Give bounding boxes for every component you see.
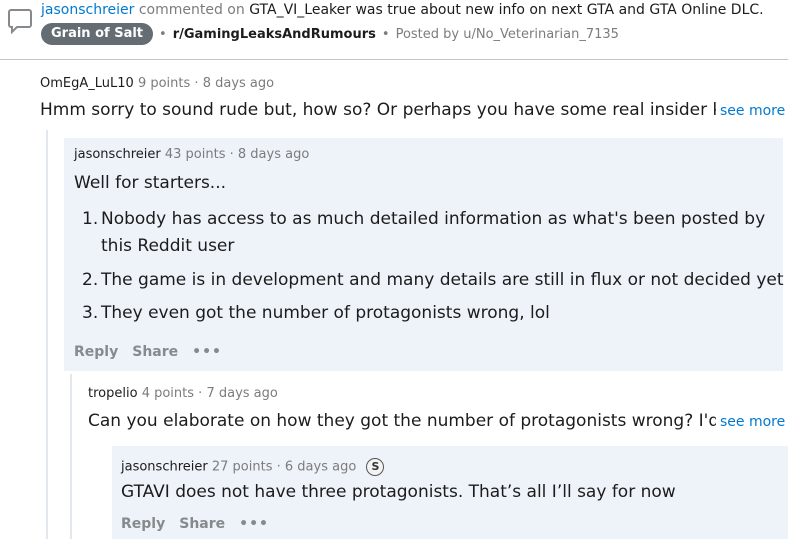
see-more-link[interactable]: see more <box>716 103 786 119</box>
comment-author[interactable]: jasonschreier <box>121 460 208 475</box>
comment-timestamp[interactable]: 8 days ago <box>238 147 309 162</box>
comment-author[interactable]: OmEgA_LuL10 <box>40 76 134 91</box>
header-action-text: commented on <box>138 2 245 18</box>
comment-body: Well for starters... <box>74 173 227 193</box>
comment-meta: tropelio 4 points · 7 days ago <box>88 386 278 401</box>
bullet-separator: • <box>381 26 390 42</box>
post-meta: Grain of Salt • r/GamingLeaksAndRumours … <box>41 23 619 45</box>
comment-timestamp[interactable]: 6 days ago <box>285 460 356 475</box>
header-divider <box>0 59 788 60</box>
list-item: Nobody has access to as much detailed in… <box>101 209 766 229</box>
post-title-link[interactable]: GTA_VI_Leaker was true about new info on… <box>249 2 763 18</box>
comment-body: GTAVI does not have three protagonists. … <box>121 482 676 502</box>
more-options-icon[interactable]: ••• <box>239 516 269 532</box>
share-button[interactable]: Share <box>179 516 225 532</box>
comment-author[interactable]: jasonschreier <box>74 147 161 162</box>
comment-meta: jasonschreier 27 points · 6 days ago S <box>121 458 385 476</box>
comment-bubble-icon <box>8 9 32 34</box>
comment-meta: OmEgA_LuL10 9 points · 8 days ago <box>40 76 275 91</box>
list-item: They even got the number of protagonists… <box>101 303 550 323</box>
header-line: jasonschreier commented on GTA_VI_Leaker… <box>41 2 764 18</box>
comment-points: 9 points <box>137 76 191 91</box>
comment-author[interactable]: tropelio <box>88 386 138 401</box>
comment-actions: Reply Share ••• <box>74 344 222 360</box>
comment-body: Hmm sorry to sound rude but, how so? Or … <box>40 100 716 120</box>
flair-badge[interactable]: Grain of Salt <box>41 23 154 45</box>
award-icon[interactable]: S <box>366 458 385 476</box>
comment-points: 4 points <box>141 386 195 401</box>
subreddit-link[interactable]: r/GamingLeaksAndRumours <box>173 27 376 42</box>
comment-points: 27 points <box>211 459 273 475</box>
comment-timestamp[interactable]: 8 days ago <box>203 76 274 91</box>
comment-meta: jasonschreier 43 points · 8 days ago <box>74 147 310 162</box>
comment-actions: Reply Share ••• <box>121 516 269 532</box>
header-username-link[interactable]: jasonschreier <box>41 2 134 18</box>
bullet-separator: • <box>159 26 167 42</box>
thread-line[interactable] <box>70 374 72 539</box>
posted-by-text[interactable]: Posted by u/No_Veterinarian_7135 <box>396 27 619 42</box>
reply-button[interactable]: Reply <box>74 344 118 360</box>
more-options-icon[interactable]: ••• <box>192 344 222 360</box>
post-header: jasonschreier commented on GTA_VI_Leaker… <box>0 0 788 60</box>
comment-timestamp[interactable]: 7 days ago <box>206 386 277 401</box>
reply-button[interactable]: Reply <box>121 516 165 532</box>
comment-points: 43 points <box>164 147 226 162</box>
see-more-link[interactable]: see more <box>716 414 786 430</box>
list-item: The game is in development and many deta… <box>101 270 784 290</box>
list-number: 2. <box>82 270 99 290</box>
comment-body: Can you elaborate on how they got the nu… <box>88 411 716 431</box>
share-button[interactable]: Share <box>132 344 178 360</box>
list-number: 1. <box>82 209 99 229</box>
list-item-continuation: this Reddit user <box>101 236 235 256</box>
list-number: 3. <box>82 303 99 323</box>
thread-line[interactable] <box>46 130 48 539</box>
